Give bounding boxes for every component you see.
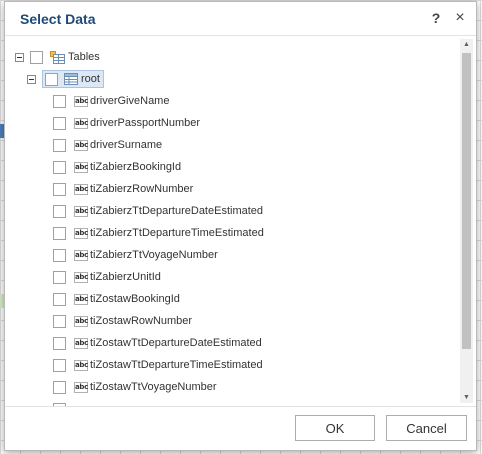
dialog-title: Select Data	[20, 11, 96, 27]
tree-row-field[interactable]: abc tiZabierzRowNumber	[53, 178, 193, 200]
text-field-abc-icon: abc	[74, 183, 88, 195]
tree-row-field[interactable]: abc tiZabierzUnitId	[53, 266, 161, 288]
table-icon	[64, 73, 78, 85]
checkbox-root[interactable]	[45, 72, 58, 86]
select-data-dialog: Select Data ? × Tables root abc driverGi…	[4, 1, 477, 451]
tree-row-field[interactable]: abc tiZostawRowNumber	[53, 310, 192, 332]
dialog-content: Tables root abc driverGiveName abc drive…	[5, 36, 476, 406]
text-field-abc-icon: abc	[74, 139, 88, 151]
tree-row-field[interactable]: abc tiZostawTtDepartureTimeEstimated	[53, 354, 263, 376]
tree-row-root: root	[27, 68, 104, 90]
tree-label-tables: Tables	[68, 51, 100, 63]
field-checkbox[interactable]	[53, 380, 66, 394]
field-label: tiZabierzRowNumber	[90, 183, 194, 195]
tree-row-field[interactable]: abc driverPassportNumber	[53, 112, 200, 134]
field-checkbox[interactable]	[53, 182, 66, 196]
text-field-abc-icon: abc	[74, 359, 88, 371]
text-field-abc-icon: abc	[74, 205, 88, 217]
field-checkbox[interactable]	[53, 292, 66, 306]
tree-row-field[interactable]: abc tiZostawTtVoyageNumber	[53, 376, 217, 398]
text-field-abc-icon: abc	[74, 293, 88, 305]
vertical-scrollbar[interactable]: ▲ ▼	[460, 39, 473, 403]
text-field-abc-icon: abc	[74, 381, 88, 393]
field-label: tiZostawTtVoyageNumber	[90, 381, 217, 393]
field-label: tiZostawBookingId	[90, 293, 180, 305]
scrollbar-thumb[interactable]	[462, 53, 471, 349]
tree-row-field[interactable]: abc tiZostawTtDepartureDateEstimated	[53, 332, 262, 354]
root-node-selected[interactable]: root	[42, 70, 104, 88]
ok-button[interactable]: OK	[295, 415, 375, 441]
text-field-abc-icon: abc	[74, 315, 88, 327]
text-field-abc-icon: abc	[74, 117, 88, 129]
field-checkbox[interactable]	[53, 226, 66, 240]
field-label: tiZabierzTtDepartureDateEstimated	[90, 205, 264, 217]
text-field-abc-icon: abc	[74, 227, 88, 239]
collapse-toggle-tables[interactable]	[15, 52, 24, 62]
data-tree: Tables root abc driverGiveName abc drive…	[5, 36, 457, 406]
field-label: tiZabierzUnitId	[90, 271, 161, 283]
tree-row-field[interactable]: abc tiZabierzTtDepartureDateEstimated	[53, 200, 263, 222]
close-button[interactable]: ×	[452, 9, 468, 27]
field-label: driverSurname	[90, 139, 163, 151]
field-checkbox[interactable]	[53, 116, 66, 130]
tree-row-field[interactable]: abc tiZabierzBookingId	[53, 156, 181, 178]
tree-row-tables: Tables	[15, 46, 100, 68]
text-field-abc-icon: abc	[74, 249, 88, 261]
tree-row-partial	[53, 398, 74, 406]
help-button[interactable]: ?	[428, 10, 444, 28]
field-checkbox[interactable]	[53, 270, 66, 284]
dialog-titlebar: Select Data ? ×	[5, 2, 476, 36]
field-checkbox[interactable]	[53, 160, 66, 174]
database-tables-icon	[50, 51, 65, 64]
tree-row-field[interactable]: abc driverGiveName	[53, 90, 169, 112]
collapse-toggle-root[interactable]	[27, 74, 36, 84]
field-label: tiZabierzBookingId	[90, 161, 182, 173]
field-checkbox[interactable]	[53, 138, 66, 152]
field-checkbox[interactable]	[53, 204, 66, 218]
field-checkbox[interactable]	[53, 336, 66, 350]
field-label: tiZostawTtDepartureDateEstimated	[90, 337, 262, 349]
scroll-down-arrow-icon[interactable]: ▼	[460, 392, 473, 403]
field-checkbox[interactable]	[53, 314, 66, 328]
scroll-up-arrow-icon[interactable]: ▲	[460, 39, 473, 50]
cancel-button[interactable]: Cancel	[386, 415, 467, 441]
field-label: driverGiveName	[90, 95, 170, 107]
field-checkbox[interactable]	[53, 358, 66, 372]
field-label: tiZabierzTtDepartureTimeEstimated	[90, 227, 264, 239]
checkbox-tables[interactable]	[30, 50, 43, 64]
field-checkbox[interactable]	[53, 248, 66, 262]
field-label: tiZostawTtDepartureTimeEstimated	[90, 359, 263, 371]
text-field-abc-icon: abc	[74, 161, 88, 173]
text-field-abc-icon: abc	[74, 95, 88, 107]
field-label: tiZabierzTtVoyageNumber	[90, 249, 218, 261]
field-label: tiZostawRowNumber	[90, 315, 193, 327]
field-label: driverPassportNumber	[90, 117, 201, 129]
dialog-footer: OK Cancel	[5, 406, 476, 452]
text-field-abc-icon: abc	[74, 271, 88, 283]
tree-row-field[interactable]: abc tiZabierzTtDepartureTimeEstimated	[53, 222, 264, 244]
tree-row-field[interactable]: abc tiZabierzTtVoyageNumber	[53, 244, 218, 266]
tree-label-root: root	[81, 73, 100, 85]
field-checkbox[interactable]	[53, 94, 66, 108]
tree-row-field[interactable]: abc driverSurname	[53, 134, 162, 156]
text-field-abc-icon: abc	[74, 337, 88, 349]
tree-row-field[interactable]: abc tiZostawBookingId	[53, 288, 180, 310]
